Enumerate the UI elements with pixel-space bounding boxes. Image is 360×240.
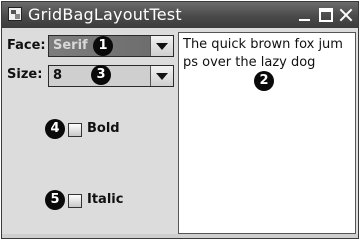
chevron-down-icon[interactable] bbox=[150, 66, 173, 86]
title-bar[interactable]: GridBagLayoutTest bbox=[2, 2, 358, 28]
window-bottom-edge bbox=[2, 234, 358, 238]
callout-marker: 2 bbox=[254, 71, 274, 91]
window-app-icon[interactable] bbox=[8, 7, 22, 21]
bold-label[interactable]: Bold bbox=[87, 121, 120, 136]
bold-checkbox[interactable] bbox=[68, 123, 82, 137]
callout-marker: 1 bbox=[93, 36, 113, 56]
close-icon[interactable] bbox=[339, 8, 353, 22]
face-label: Face: bbox=[7, 38, 46, 53]
size-label: Size: bbox=[7, 67, 43, 82]
callout-marker: 3 bbox=[91, 65, 111, 85]
callout-marker: 4 bbox=[45, 119, 65, 139]
sample-text: The quick brown fox jum ps over the lazy… bbox=[183, 37, 343, 70]
size-combo[interactable]: 8 bbox=[48, 65, 174, 87]
chevron-down-icon[interactable] bbox=[150, 36, 173, 56]
sample-text-area[interactable]: The quick brown fox jum ps over the lazy… bbox=[178, 32, 356, 234]
app-window: GridBagLayoutTest Face: Serif Size: 8 Bo… bbox=[1, 1, 359, 239]
window-title: GridBagLayoutTest bbox=[28, 5, 182, 24]
minimize-icon[interactable] bbox=[298, 8, 312, 22]
maximize-icon[interactable] bbox=[319, 8, 333, 22]
face-combo-value: Serif bbox=[53, 38, 88, 53]
italic-label[interactable]: Italic bbox=[87, 192, 123, 207]
size-combo-value: 8 bbox=[53, 68, 63, 83]
italic-checkbox[interactable] bbox=[68, 194, 82, 208]
callout-marker: 5 bbox=[45, 190, 65, 210]
